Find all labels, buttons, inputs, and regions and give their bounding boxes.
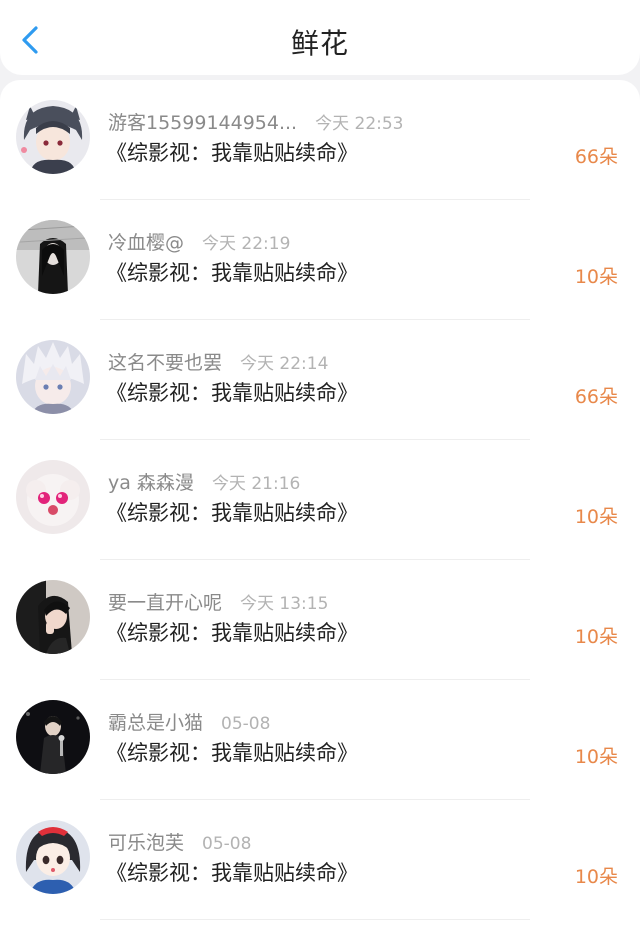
avatar[interactable]	[16, 700, 90, 774]
list-item[interactable]: 可乐泡芙 05-08 《综影视：我靠贴贴续命》 10朵	[0, 800, 640, 920]
timestamp: 今天 22:53	[315, 114, 404, 134]
timestamp: 05-08	[202, 834, 252, 854]
book-title[interactable]: 《综影视：我靠贴贴续命》	[106, 857, 358, 887]
flower-amount: 10朵	[574, 866, 618, 888]
flower-amount: 10朵	[574, 746, 618, 768]
timestamp: 今天 13:15	[240, 594, 329, 614]
avatar[interactable]	[16, 220, 90, 294]
timestamp: 今天 22:14	[240, 354, 329, 374]
timestamp: 05-08	[221, 714, 271, 734]
avatar[interactable]	[16, 460, 90, 534]
flower-amount: 10朵	[574, 506, 618, 528]
book-title[interactable]: 《综影视：我靠贴贴续命》	[106, 497, 358, 527]
list-item[interactable]: 霸总是小猫 05-08 《综影视：我靠贴贴续命》 10朵	[0, 680, 640, 800]
item-meta: 可乐泡芙 05-08	[108, 828, 251, 855]
user-name[interactable]: 可乐泡芙	[108, 832, 184, 854]
flower-list: 游客15599144954... 今天 22:53 《综影视：我靠贴贴续命》 66…	[0, 80, 640, 925]
item-meta: 要一直开心呢 今天 13:15	[108, 588, 328, 615]
list-item[interactable]: 游客15599144954... 今天 22:53 《综影视：我靠贴贴续命》 66…	[0, 80, 640, 200]
divider	[100, 919, 530, 920]
flower-amount: 66朵	[574, 386, 618, 408]
avatar[interactable]	[16, 820, 90, 894]
avatar[interactable]	[16, 580, 90, 654]
list-item[interactable]: 冷血樱@ 今天 22:19 《综影视：我靠贴贴续命》 10朵	[0, 200, 640, 320]
item-meta: 霸总是小猫 05-08	[108, 708, 270, 735]
list-item[interactable]: 要一直开心呢 今天 13:15 《综影视：我靠贴贴续命》 10朵	[0, 560, 640, 680]
book-title[interactable]: 《综影视：我靠贴贴续命》	[106, 737, 358, 767]
item-meta: 这名不要也罢 今天 22:14	[108, 348, 328, 375]
user-name[interactable]: 霸总是小猫	[108, 712, 203, 734]
user-name[interactable]: ya 森森漫	[108, 472, 194, 494]
user-name[interactable]: 游客15599144954...	[108, 112, 297, 134]
timestamp: 今天 21:16	[211, 474, 301, 494]
list-item[interactable]: ya 森森漫 今天 21:16 《综影视：我靠贴贴续命》 10朵	[0, 440, 640, 560]
flowers-page: 鲜花 游客15599144954... 今天 22:53 《综影视：我靠贴贴续命…	[0, 0, 640, 925]
item-meta: 冷血樱@ 今天 22:19	[108, 228, 290, 255]
item-meta: ya 森森漫 今天 21:16	[108, 468, 300, 495]
flower-amount: 10朵	[574, 266, 618, 288]
user-name[interactable]: 冷血樱@	[108, 232, 184, 254]
timestamp: 今天 22:19	[202, 234, 291, 254]
book-title[interactable]: 《综影视：我靠贴贴续命》	[106, 257, 358, 287]
flower-amount: 10朵	[574, 626, 618, 648]
header-bar: 鲜花	[0, 0, 640, 75]
item-meta: 游客15599144954... 今天 22:53	[108, 108, 404, 135]
user-name[interactable]: 这名不要也罢	[108, 352, 222, 374]
book-title[interactable]: 《综影视：我靠贴贴续命》	[106, 617, 358, 647]
page-title: 鲜花	[290, 27, 349, 60]
user-name[interactable]: 要一直开心呢	[108, 592, 222, 614]
avatar[interactable]	[16, 340, 90, 414]
book-title[interactable]: 《综影视：我靠贴贴续命》	[106, 137, 358, 167]
book-title[interactable]: 《综影视：我靠贴贴续命》	[106, 377, 358, 407]
flower-amount: 66朵	[574, 146, 618, 168]
list-item[interactable]: 这名不要也罢 今天 22:14 《综影视：我靠贴贴续命》 66朵	[0, 320, 640, 440]
avatar[interactable]	[16, 100, 90, 174]
